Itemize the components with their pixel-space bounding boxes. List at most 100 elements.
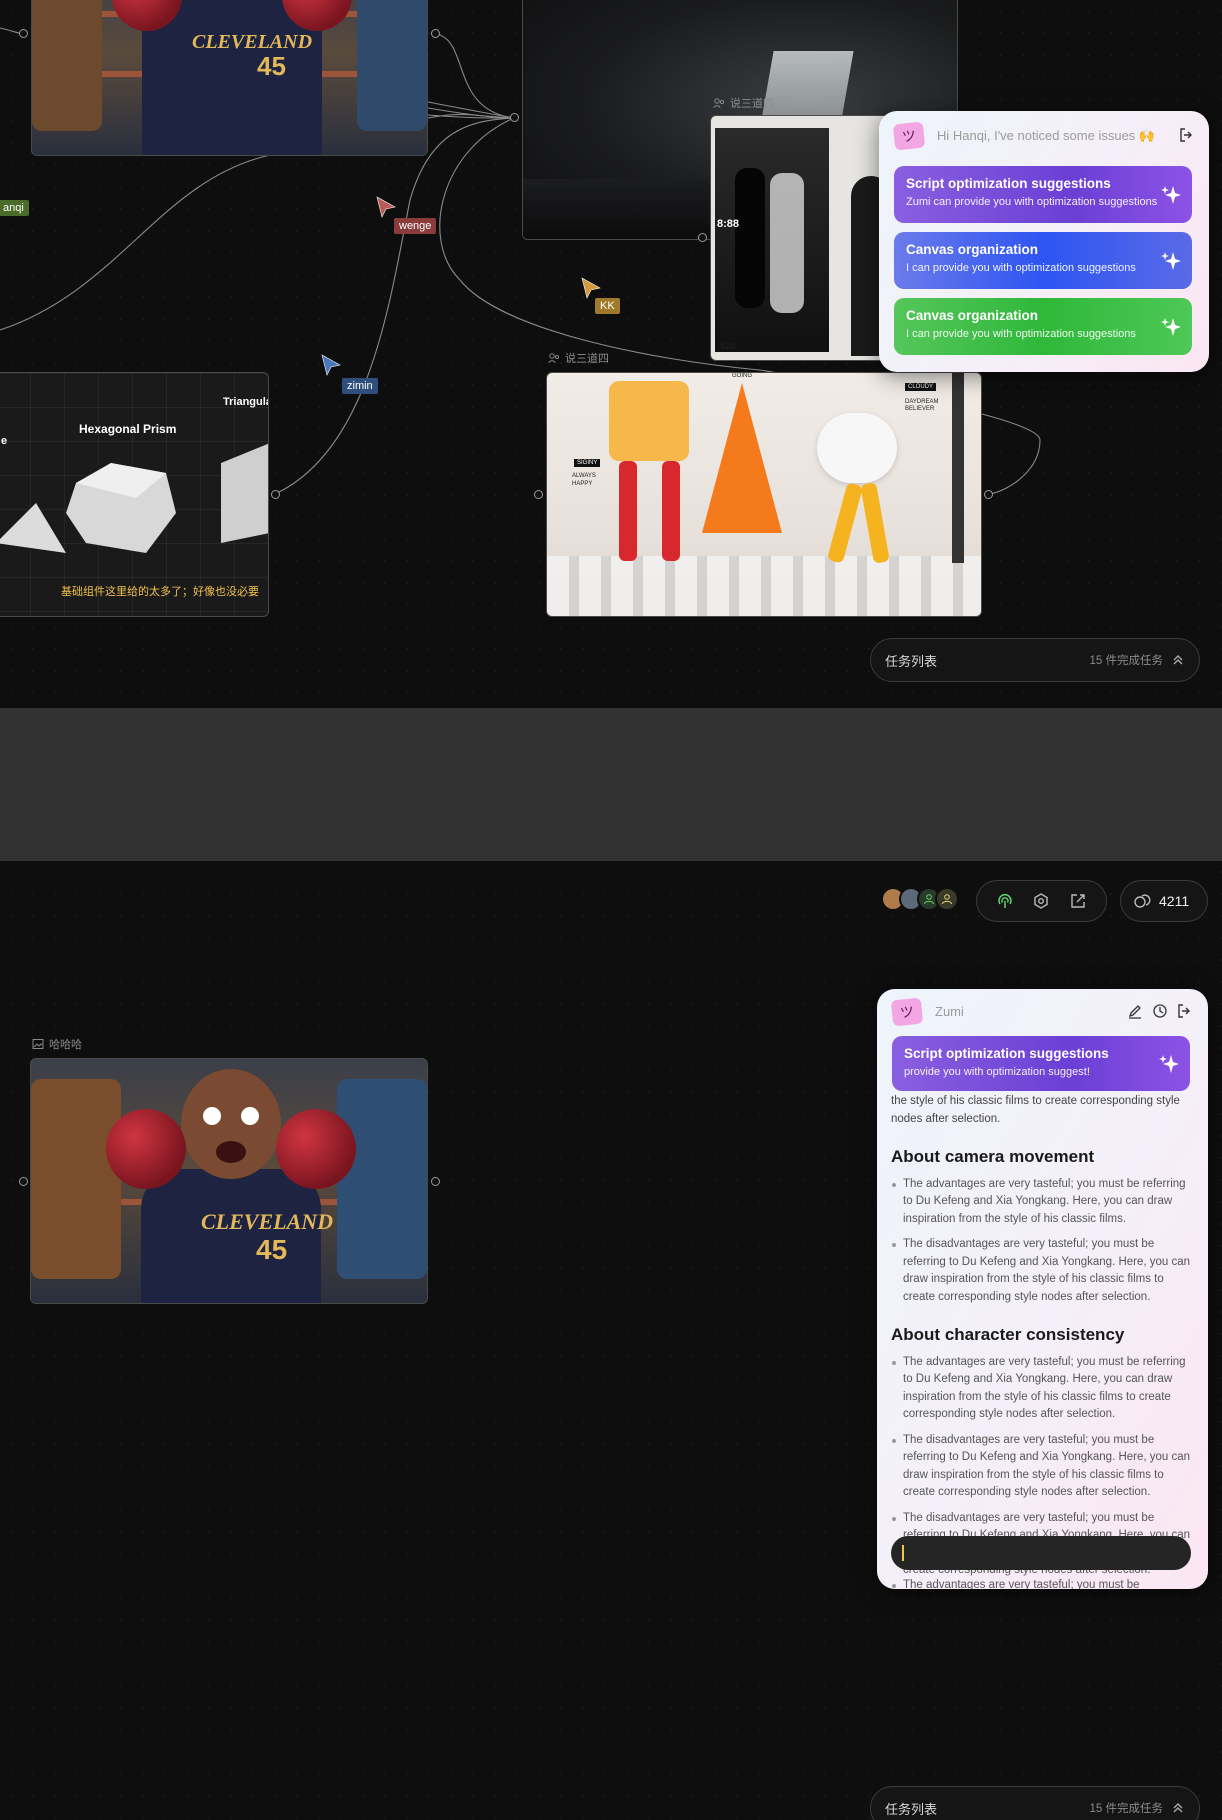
image-icon bbox=[32, 1039, 44, 1049]
zumi-chat-panel[interactable]: ツ Zumi Script optimization suggestions p… bbox=[877, 989, 1208, 1589]
character-leg bbox=[860, 482, 890, 564]
magazine-node-title: 说三道四 bbox=[713, 95, 774, 111]
robot-right bbox=[337, 1079, 427, 1279]
port-characters-left[interactable] bbox=[534, 490, 543, 499]
shape-label: Hexagonal Prism bbox=[79, 422, 177, 436]
zumi-logo-icon: ツ bbox=[890, 997, 924, 1027]
characters-node[interactable]: SIGINY ALWAYS HAPPY GOING CLOUDY DAYDREA… bbox=[546, 372, 982, 617]
cursor-label: anqi bbox=[0, 200, 29, 216]
suggestion-canvas-organization-2[interactable]: Canvas organization I can provide you wi… bbox=[894, 298, 1192, 355]
jersey-number: 45 bbox=[256, 1234, 288, 1265]
boxer-image-node[interactable]: CLEVELAND 45 bbox=[30, 1058, 428, 1304]
street-pole bbox=[952, 373, 964, 563]
character-leg bbox=[826, 482, 864, 564]
user-icon bbox=[924, 894, 934, 905]
canvas-top[interactable]: CLEVELAND 45 说三道四 8:88 428 e Hexagonal P… bbox=[0, 0, 1222, 708]
3d-shapes bbox=[0, 443, 268, 553]
port-characters-right[interactable] bbox=[984, 490, 993, 499]
exit-icon[interactable] bbox=[1179, 127, 1195, 143]
task-list-title: 任务列表 bbox=[885, 653, 938, 669]
figure bbox=[735, 168, 765, 308]
suggestion-title: Script optimization suggestions bbox=[906, 176, 1111, 191]
character-leg bbox=[619, 461, 637, 561]
share-external-icon[interactable] bbox=[1069, 892, 1087, 910]
suggestion-canvas-organization[interactable]: Canvas organization I can provide you wi… bbox=[894, 232, 1192, 289]
sparkle-icon bbox=[1161, 317, 1181, 336]
character-leg bbox=[662, 461, 680, 561]
characters-node-title: 说三道四 bbox=[548, 350, 609, 366]
broadcast-icon[interactable] bbox=[996, 892, 1014, 910]
chat-input[interactable] bbox=[891, 1536, 1191, 1570]
port-hub[interactable] bbox=[510, 113, 519, 122]
exit-icon[interactable] bbox=[1177, 1003, 1193, 1019]
credits-count: 4211 bbox=[1159, 893, 1190, 909]
port-left[interactable] bbox=[19, 1177, 28, 1186]
suggestion-desc: provide you with optimization suggest! bbox=[904, 1066, 1090, 1078]
user-group-icon bbox=[548, 353, 560, 364]
suggestion-title: Canvas organization bbox=[906, 308, 1039, 323]
chevron-up-double-icon[interactable] bbox=[1171, 1801, 1185, 1815]
tag-cloudy: CLOUDY bbox=[905, 383, 937, 391]
suggestion-script-optimization[interactable]: Script optimization suggestions provide … bbox=[892, 1036, 1190, 1091]
edit-icon[interactable] bbox=[1127, 1003, 1143, 1019]
hexagon-settings-icon[interactable] bbox=[1032, 892, 1050, 910]
list-item: The advantages are very tasteful; you mu… bbox=[891, 1354, 1194, 1424]
list-item: The advantages are very tasteful; you mu… bbox=[891, 1577, 1194, 1589]
zumi-logo-icon: ツ bbox=[892, 121, 926, 151]
cursor-label: wenge bbox=[394, 218, 437, 234]
figure bbox=[770, 173, 804, 313]
suggestion-desc: I can provide you with optimization sugg… bbox=[906, 262, 1136, 274]
tag-text: ALWAYS bbox=[572, 473, 596, 479]
sparkle-icon bbox=[1161, 185, 1181, 204]
magazine-photo: 8:88 bbox=[715, 128, 829, 352]
traffic-cone bbox=[702, 383, 782, 533]
page-number: 428 bbox=[719, 341, 736, 352]
port-left[interactable] bbox=[19, 29, 28, 38]
shapes-node[interactable]: e Hexagonal Prism Triangula 基础组件这里给的太多了；… bbox=[0, 372, 269, 617]
cursor-label: zimin bbox=[342, 378, 378, 394]
task-list-bar[interactable]: 任务列表 15 件完成任务 bbox=[870, 1786, 1200, 1820]
list-item: The disadvantages are very tasteful; you… bbox=[891, 1432, 1194, 1502]
cursor-arrow-icon bbox=[581, 277, 601, 299]
text-caret bbox=[902, 1545, 904, 1561]
chat-intro-text: the style of his classic films to create… bbox=[891, 1095, 1180, 1125]
shapes-caption: 基础组件这里给的太多了；好像也没必要 bbox=[61, 586, 259, 598]
credits-pill[interactable]: 4211 bbox=[1120, 880, 1208, 922]
port-right[interactable] bbox=[431, 1177, 440, 1186]
sparkle-icon bbox=[1159, 1054, 1179, 1073]
task-list-title: 任务列表 bbox=[885, 1801, 938, 1817]
shape-label: Triangula bbox=[223, 396, 269, 408]
port-right[interactable] bbox=[431, 29, 440, 38]
port-shapes[interactable] bbox=[271, 490, 280, 499]
robot-right bbox=[357, 0, 427, 131]
coins-icon bbox=[1134, 894, 1151, 908]
character-face-block bbox=[609, 381, 689, 461]
magazine-node[interactable]: 8:88 428 bbox=[710, 115, 890, 361]
user-icon bbox=[942, 894, 952, 905]
chat-message: the style of his classic films to create… bbox=[891, 1093, 1194, 1588]
port-scene[interactable] bbox=[698, 233, 707, 242]
eye bbox=[203, 1107, 221, 1125]
collaborator-avatars[interactable] bbox=[881, 887, 959, 911]
suggestion-script-optimization[interactable]: Script optimization suggestions Zumi can… bbox=[894, 166, 1192, 223]
crosswalk bbox=[547, 556, 981, 616]
chevron-up-double-icon[interactable] bbox=[1171, 653, 1185, 667]
suggestion-title: Canvas organization bbox=[906, 242, 1039, 257]
boxing-glove bbox=[106, 1109, 186, 1189]
boxer-image-node-top[interactable]: CLEVELAND 45 bbox=[31, 0, 428, 156]
zumi-suggestion-popup[interactable]: ツ Hi Hanqi, I've noticed some issues 🙌 S… bbox=[879, 111, 1209, 372]
cursor-arrow-icon bbox=[321, 354, 341, 376]
avatar[interactable] bbox=[935, 887, 959, 911]
tag-text: DAYDREAM bbox=[905, 399, 939, 405]
task-list-bar[interactable]: 任务列表 15 件完成任务 bbox=[870, 638, 1200, 682]
robot-left bbox=[31, 1079, 121, 1279]
user-group-icon bbox=[713, 98, 725, 109]
suggestion-desc: I can provide you with optimization sugg… bbox=[906, 328, 1136, 340]
suggestion-desc: Zumi can provide you with optimization s… bbox=[906, 196, 1158, 208]
image-node-title: 哈哈哈 bbox=[32, 1036, 82, 1052]
history-icon[interactable] bbox=[1152, 1003, 1168, 1019]
task-count: 15 件完成任务 bbox=[1089, 1803, 1164, 1815]
canvas-bottom[interactable]: 4211 哈哈哈 CLEVELAND 45 ツ Zumi Script opti… bbox=[0, 861, 1222, 1820]
suggestion-title: Script optimization suggestions bbox=[904, 1046, 1109, 1061]
tag-siginy: SIGINY bbox=[574, 459, 601, 467]
